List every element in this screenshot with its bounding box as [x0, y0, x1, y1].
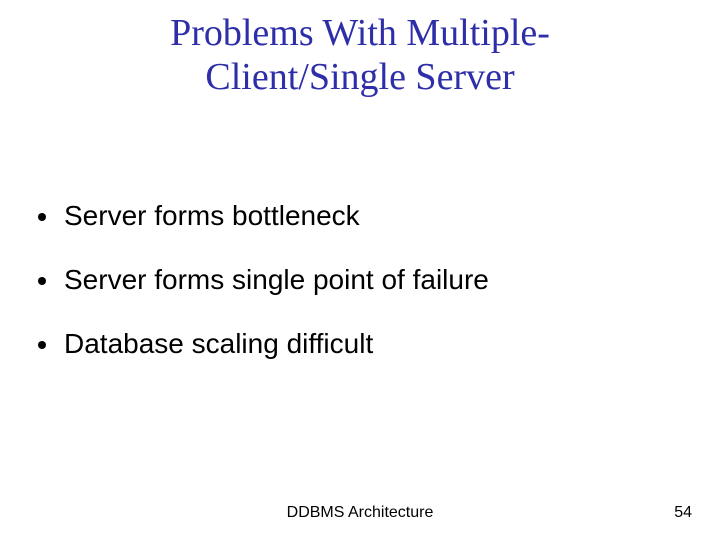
list-item: Server forms bottleneck — [38, 200, 680, 232]
bullet-icon — [38, 277, 46, 285]
bullet-text: Server forms bottleneck — [64, 200, 360, 232]
bullet-icon — [38, 213, 46, 221]
page-number: 54 — [674, 504, 692, 522]
slide-title: Problems With Multiple- Client/Single Se… — [0, 12, 720, 99]
bullet-text: Database scaling difficult — [64, 328, 373, 360]
bullet-text: Server forms single point of failure — [64, 264, 489, 296]
list-item: Database scaling difficult — [38, 328, 680, 360]
list-item: Server forms single point of failure — [38, 264, 680, 296]
footer-title: DDBMS Architecture — [0, 504, 720, 522]
bullet-icon — [38, 341, 46, 349]
slide: Problems With Multiple- Client/Single Se… — [0, 0, 720, 540]
bullet-list: Server forms bottleneck Server forms sin… — [38, 200, 680, 392]
